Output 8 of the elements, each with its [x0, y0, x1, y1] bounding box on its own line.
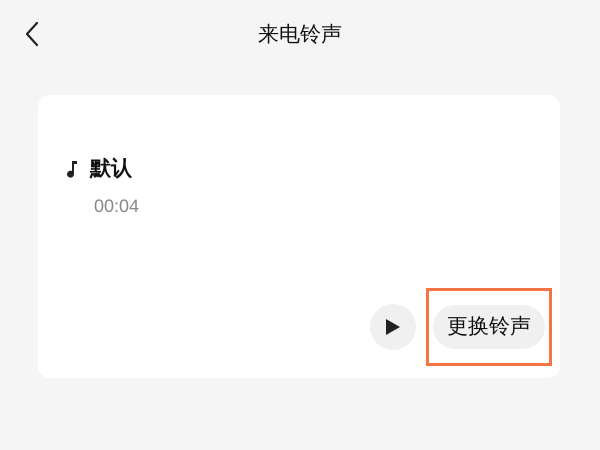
music-note-icon: [66, 160, 78, 178]
play-icon: [385, 318, 401, 336]
back-icon: [24, 21, 40, 47]
play-button[interactable]: [370, 304, 416, 350]
page-title: 来电铃声: [258, 22, 342, 48]
change-ringtone-button[interactable]: 更换铃声: [433, 305, 545, 349]
ringtone-duration: 00:04: [94, 194, 140, 218]
ringtone-name: 默认: [90, 156, 132, 182]
